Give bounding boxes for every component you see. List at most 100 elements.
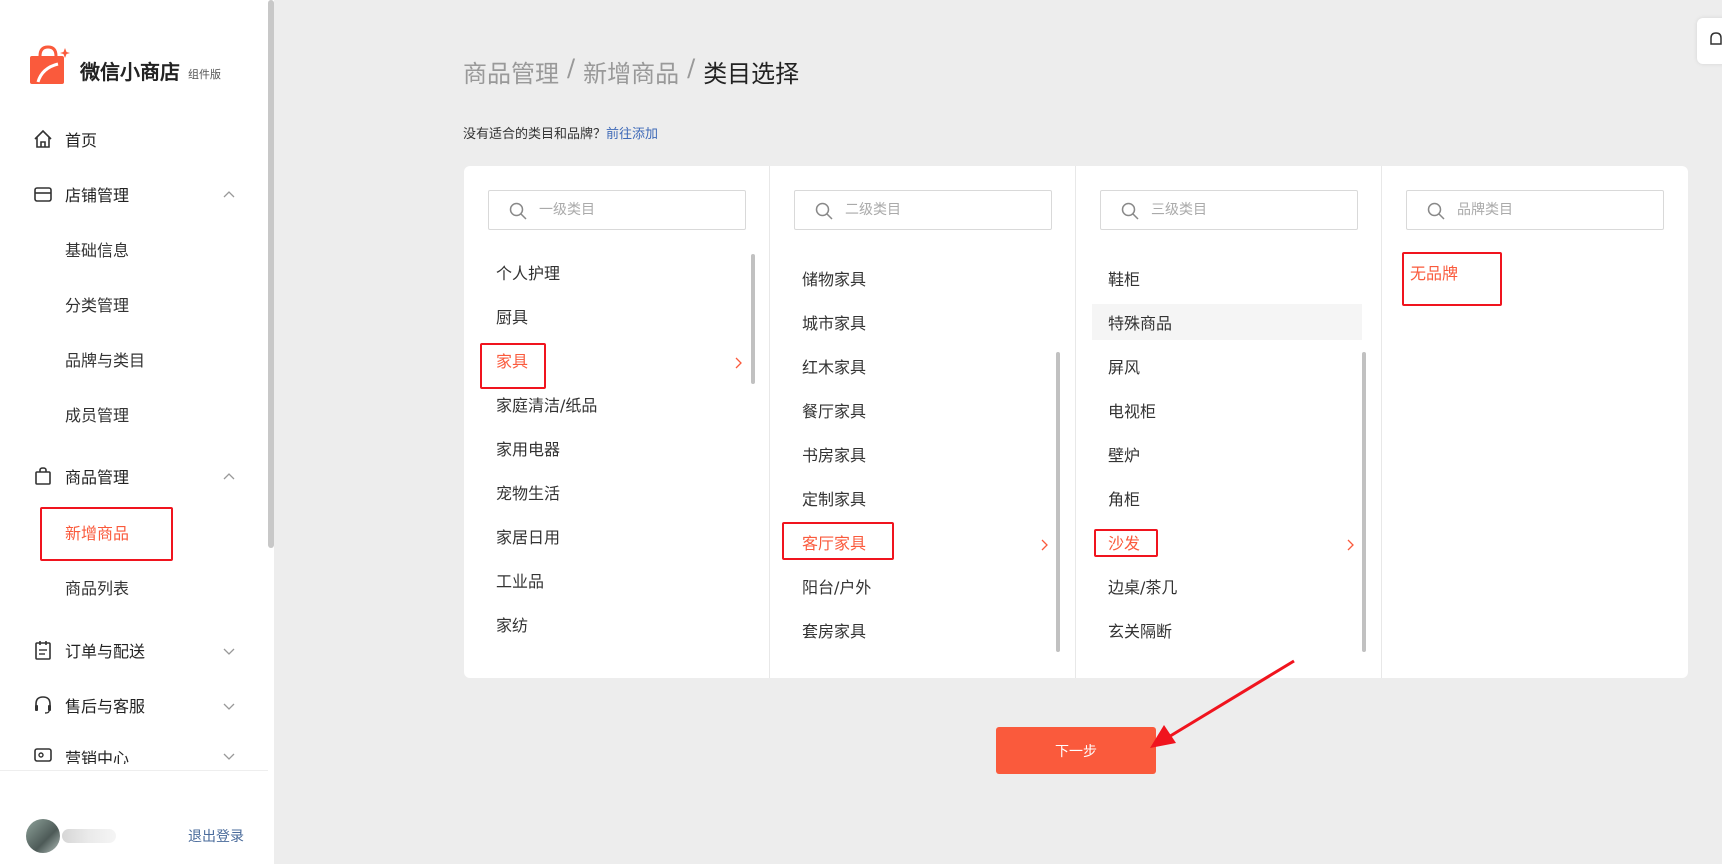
column-scrollbar[interactable] [1056,352,1060,652]
list-item[interactable]: 工业品 [480,562,750,598]
next-step-button[interactable]: 下一步 [996,727,1156,774]
list-item[interactable]: 屏风 [1092,348,1362,384]
category-picker: 个人护理 厨具 家具 家庭清洁/纸品 家用电器 宠物生活 家居日用 工业品 家纺… [464,166,1688,678]
list-item[interactable]: 宠物生活 [480,474,750,510]
list-item[interactable]: 电视柜 [1092,392,1362,428]
sidebar-item-label: 新增商品 [65,524,130,543]
list-item[interactable]: 储物家具 [786,260,1056,296]
chevron-right-icon [1040,536,1050,551]
sidebar-item-label: 售后与客服 [65,697,146,716]
sidebar-item-aftersale[interactable]: 售后与客服 [0,685,268,725]
shopping-bag-logo-icon [28,44,70,86]
chevron-up-icon [222,469,236,483]
marketing-icon [32,744,54,764]
list-item-selected[interactable]: 客厅家具 [786,524,1056,560]
search-icon [815,202,833,220]
breadcrumb-item[interactable]: 新增商品 [583,54,679,89]
list-item[interactable]: 阳台/户外 [786,568,1056,604]
list-item[interactable]: 家居日用 [480,518,750,554]
list-item[interactable]: 餐厅家具 [786,392,1056,428]
list-item[interactable]: 厨具 [480,298,750,334]
headset-icon [32,694,54,716]
list-item-selected[interactable]: 家具 [480,342,750,378]
home-icon [32,128,54,150]
column-scrollbar[interactable] [751,254,755,384]
hint-text: 没有适合的类目和品牌？ [463,127,607,142]
brand-search-input[interactable] [1457,200,1647,220]
sidebar-item-goods-management[interactable]: 商品管理 [0,456,268,496]
search-icon [1121,202,1139,220]
sidebar-item-label: 订单与配送 [65,642,146,661]
bell-icon [1709,30,1722,54]
sidebar-item-add-product[interactable]: 新增商品 [0,512,268,552]
list-item-selected[interactable]: 沙发 [1092,524,1362,560]
sidebar-item-label: 首页 [65,131,98,150]
list-item[interactable]: 定制家具 [786,480,1056,516]
list-item-label: 客厅家具 [802,534,867,553]
list-item[interactable]: 角柜 [1092,480,1362,516]
list-item[interactable]: 红木家具 [786,348,1056,384]
sidebar-item-label: 分类管理 [65,296,130,315]
search-box [1100,190,1358,230]
chevron-down-icon [222,643,236,657]
sidebar-footer: 退出登录 [0,770,268,864]
breadcrumb: 商品管理 / 新增商品 / 类目选择 [463,54,799,89]
username-redacted [62,829,116,843]
sidebar-item-label: 成员管理 [65,406,130,425]
chevron-right-icon [734,354,744,369]
sidebar-item-store-management[interactable]: 店铺管理 [0,174,268,214]
sidebar-item-label: 商品管理 [65,468,130,487]
sidebar-item-product-list[interactable]: 商品列表 [0,567,268,607]
sidebar-item-category-management[interactable]: 分类管理 [0,284,268,324]
list-item[interactable]: 个人护理 [480,254,750,290]
list-item[interactable]: 壁炉 [1092,436,1362,472]
chevron-down-icon [222,698,236,712]
list-item-selected[interactable]: 无品牌 [1394,254,1664,290]
store-icon [32,183,54,205]
add-category-link[interactable]: 前往添加 [606,127,658,142]
list-item[interactable]: 套房家具 [786,612,1056,648]
list-item[interactable]: 特殊商品 [1092,304,1362,340]
level1-search-input[interactable] [539,200,729,220]
sidebar-item-brands-categories[interactable]: 品牌与类目 [0,339,268,379]
list-item[interactable]: 书房家具 [786,436,1056,472]
list-item[interactable]: 边桌/茶几 [1092,568,1362,604]
sidebar-item-orders[interactable]: 订单与配送 [0,630,268,670]
notification-tab[interactable] [1697,18,1722,64]
list-item[interactable]: 家用电器 [480,430,750,466]
logout-link[interactable]: 退出登录 [188,826,244,846]
avatar[interactable] [26,819,60,853]
sidebar-item-label: 营销中心 [65,749,130,764]
app-logo[interactable]: 微信小商店 组件版 [28,44,221,86]
list-item[interactable]: 家庭清洁/纸品 [480,386,750,422]
sidebar-item-marketing[interactable]: 营销中心 [0,740,268,764]
category-column-level3: 鞋柜 特殊商品 屏风 电视柜 壁炉 角柜 沙发 边桌/茶几 玄关隔断 [1076,166,1382,678]
clipboard-icon [32,639,54,661]
brand-column: 无品牌 [1382,166,1688,678]
level2-search-input[interactable] [845,200,1035,220]
list-item[interactable]: 城市家具 [786,304,1056,340]
sidebar-item-members[interactable]: 成员管理 [0,394,268,434]
search-icon [1427,202,1445,220]
sidebar-item-label: 店铺管理 [65,186,130,205]
list-item[interactable]: 鞋柜 [1092,260,1362,296]
sidebar-item-basic-info[interactable]: 基础信息 [0,229,268,269]
breadcrumb-separator: / [567,54,576,82]
sidebar-item-home[interactable]: 首页 [0,119,268,159]
sidebar-scrollbar[interactable] [268,0,274,548]
list-item[interactable]: 玄关隔断 [1092,612,1362,648]
category-column-level1: 个人护理 厨具 家具 家庭清洁/纸品 家用电器 宠物生活 家居日用 工业品 家纺 [464,166,770,678]
sidebar-item-label: 品牌与类目 [65,351,146,370]
list-item[interactable]: 家纺 [480,606,750,642]
app-edition-tag: 组件版 [188,68,221,81]
column-scrollbar[interactable] [1362,352,1366,652]
breadcrumb-item[interactable]: 商品管理 [463,54,559,89]
search-box [1406,190,1664,230]
chevron-down-icon [222,748,236,762]
level3-search-input[interactable] [1151,200,1341,220]
category-column-level2: 储物家具 城市家具 红木家具 餐厅家具 书房家具 定制家具 客厅家具 阳台/户外… [770,166,1076,678]
list-item-label: 沙发 [1108,534,1141,553]
chevron-right-icon [1346,536,1356,551]
sidebar: 微信小商店 组件版 首页 店铺管理 基础信息 分类管理 品牌与类目 成员管理 商… [0,0,274,864]
search-box [794,190,1052,230]
